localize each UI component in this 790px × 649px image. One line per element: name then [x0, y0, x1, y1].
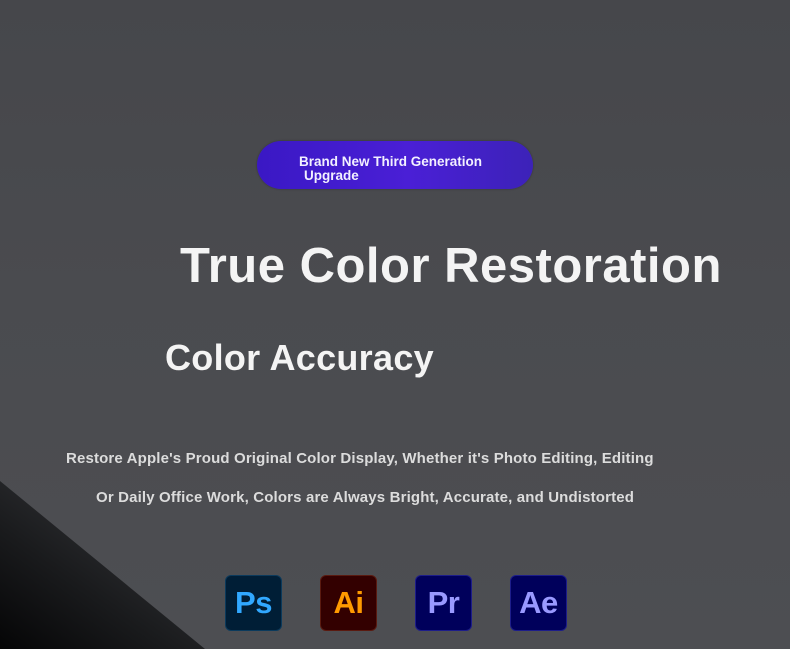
photoshop-icon: Ps	[225, 575, 282, 631]
badge-line-2: Upgrade	[304, 168, 359, 183]
badge-line-1: Brand New Third Generation	[299, 154, 483, 169]
headline: True Color Restoration	[180, 239, 722, 293]
generation-badge: Brand New Third Generation Upgrade	[257, 141, 533, 189]
subheadline: Color Accuracy	[165, 337, 434, 378]
after-effects-icon: Ae	[510, 575, 567, 631]
corner-shadow-decoration	[0, 481, 205, 649]
premiere-pro-icon: Pr	[415, 575, 472, 631]
description-line-2: Or Daily Office Work, Colors are Always …	[96, 489, 635, 506]
illustrator-icon: Ai	[320, 575, 377, 631]
description-line-1: Restore Apple's Proud Original Color Dis…	[66, 450, 654, 467]
